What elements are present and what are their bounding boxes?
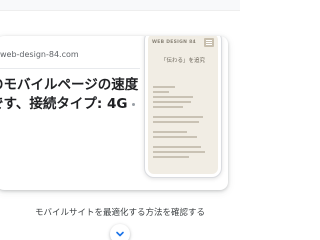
- preview-text-line: [153, 86, 175, 88]
- preview-text-line: [153, 131, 187, 133]
- preview-text-line: [153, 106, 183, 108]
- preview-tagline: 「伝わる」を追究: [160, 58, 205, 64]
- headline-line-2-row: です、接続タイプ: 4G: [0, 95, 160, 114]
- speed-headline: のモバイルページの速度 です、接続タイプ: 4G: [0, 76, 160, 114]
- headline-line-1: のモバイルページの速度: [0, 77, 139, 93]
- hamburger-menu-icon: [204, 38, 214, 47]
- preview-logo: WEB DESIGN 84: [152, 40, 196, 45]
- speed-report-viewport: web-design-84.com のモバイルページの速度 です、接続タイプ: …: [0, 0, 240, 240]
- card-divider: [0, 68, 140, 69]
- preview-text-line: [153, 156, 189, 158]
- expand-button[interactable]: [110, 224, 130, 240]
- preview-text-line: [153, 151, 205, 153]
- mobile-preview-phone: WEB DESIGN 84 「伝わる」を追究: [144, 36, 222, 178]
- preview-text-line: [153, 146, 201, 148]
- speed-result-card: web-design-84.com のモバイルページの速度 です、接続タイプ: …: [0, 36, 228, 190]
- overflow-dot-icon: [131, 102, 135, 106]
- headline-line-2: です、接続タイプ: 4G: [0, 96, 128, 112]
- chevron-down-icon: [116, 231, 124, 237]
- preview-text-line: [153, 101, 191, 103]
- preview-text-line: [153, 91, 169, 93]
- mobile-preview-screen: WEB DESIGN 84 「伝わる」を追究: [148, 36, 218, 174]
- optimize-mobile-link[interactable]: モバイルサイトを最適化する方法を確認する: [0, 206, 240, 218]
- site-url: web-design-84.com: [0, 50, 79, 59]
- preview-text-line: [153, 136, 197, 138]
- top-strip: [0, 0, 240, 11]
- preview-text-line: [153, 121, 199, 123]
- preview-text-line: [153, 96, 193, 98]
- preview-text-line: [153, 116, 203, 118]
